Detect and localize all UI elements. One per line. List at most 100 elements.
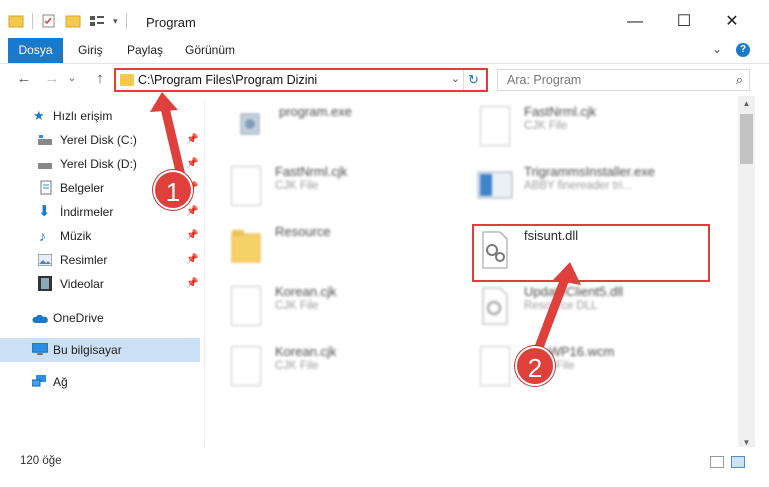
file-icon — [480, 106, 510, 146]
file-item[interactable]: UpdateClient5.dll Resource DLL — [480, 284, 720, 340]
sidebar-item-this-pc[interactable]: Bu bilgisayar — [0, 338, 200, 362]
back-button[interactable]: ← — [14, 70, 34, 87]
sidebar-item-onedrive[interactable]: OneDrive — [0, 306, 200, 330]
forward-button[interactable]: → — [42, 70, 62, 87]
up-button[interactable]: ↑ — [90, 70, 110, 87]
address-bar[interactable]: C:\Program Files\Program Dizini ⌄ ↻ — [114, 68, 488, 92]
help-icon[interactable]: ? — [736, 43, 750, 57]
search-placeholder: Ara: Program — [507, 73, 582, 87]
pin-icon[interactable]: 📌 — [186, 272, 198, 296]
pin-icon[interactable]: 📌 — [186, 224, 198, 248]
details-view-icon[interactable] — [710, 456, 724, 468]
file-type: CJK File — [275, 300, 319, 312]
toolbar-divider — [32, 13, 33, 29]
sidebar-item-label: Yerel Disk (D:) — [60, 157, 137, 171]
pin-icon[interactable]: 📌 — [186, 128, 198, 152]
file-icon — [480, 346, 510, 386]
tab-home[interactable]: Giriş — [68, 38, 113, 63]
tab-view[interactable]: Görünüm — [175, 38, 245, 63]
address-dropdown-icon[interactable]: ⌄ — [451, 72, 460, 85]
installer-icon — [477, 171, 513, 199]
quick-access-toolbar: ▾ — [8, 13, 127, 29]
ribbon-expand-icon[interactable]: ⌄ — [712, 42, 722, 56]
drive-d-icon — [38, 163, 52, 169]
step-badge-1: 1 — [153, 170, 193, 210]
file-item[interactable]: Korean.cjk CJK File — [231, 284, 471, 340]
sidebar-item-label: İndirmeler — [60, 205, 114, 219]
tab-file[interactable]: Dosya — [8, 38, 63, 63]
minimize-button[interactable]: — — [615, 8, 655, 36]
file-item[interactable]: Korean.cjk CJK File — [231, 344, 471, 400]
search-icon[interactable]: ⌕ — [736, 72, 743, 88]
ribbon-tabs: Dosya Giriş Paylaş Görünüm ⌄ ? — [0, 38, 769, 64]
file-name: FastNrml.cjk — [275, 164, 348, 179]
status-bar: 120 öğe — [0, 447, 769, 487]
pin-icon[interactable]: 📌 — [186, 200, 198, 224]
qa-dropdown-icon[interactable]: ▾ — [113, 16, 118, 27]
file-item[interactable]: FastNrml.cjk CJK File — [231, 164, 471, 220]
file-type: Resource DLL — [524, 300, 598, 312]
properties-icon[interactable] — [41, 14, 57, 28]
music-icon: ♪ — [39, 228, 46, 244]
vertical-scrollbar[interactable]: ▲ ▼ — [738, 96, 755, 451]
folder-icon — [8, 15, 24, 28]
sidebar-item-music[interactable]: ♪ Müzik 📌 — [0, 224, 200, 248]
file-type: CJK File — [524, 120, 568, 132]
sidebar-item-pictures[interactable]: Resimler 📌 — [0, 248, 200, 272]
target-file-highlight — [472, 224, 710, 282]
sidebar-item-label: Ağ — [53, 375, 68, 389]
new-folder-icon[interactable] — [65, 14, 81, 28]
maximize-button[interactable]: ☐ — [664, 8, 704, 36]
scroll-thumb[interactable] — [740, 114, 753, 164]
file-type: CJK File — [275, 360, 319, 372]
exe-icon — [240, 113, 260, 135]
navigation-pane: ★ Hızlı erişim Yerel Disk (C:) 📌 Yerel D… — [0, 100, 205, 447]
onedrive-icon — [32, 314, 48, 323]
pin-icon[interactable]: 📌 — [186, 152, 198, 176]
window-title: Program — [146, 15, 196, 30]
title-bar: ▾ Program — ☐ ✕ — [0, 0, 769, 38]
file-icon — [231, 346, 261, 386]
pin-icon[interactable]: 📌 — [186, 248, 198, 272]
network-icon — [32, 375, 46, 387]
file-item[interactable]: Resource — [231, 224, 471, 280]
folder-icon — [120, 74, 134, 86]
sidebar-item-label: Belgeler — [60, 181, 105, 195]
documents-icon — [40, 180, 52, 195]
file-name: UpdateClient5.dll — [524, 284, 624, 299]
file-item[interactable]: TrigrammsInstaller.exe ABBY finereader t… — [477, 164, 720, 220]
dll-gear-icon — [482, 287, 508, 325]
view-toggle-icon[interactable] — [89, 14, 105, 28]
sidebar-item-label: Yerel Disk (C:) — [60, 133, 137, 147]
sidebar-item-label: Hızlı erişim — [53, 109, 113, 123]
recent-locations-button[interactable]: ⌄ — [62, 73, 82, 84]
sidebar-item-label: Bu bilgisayar — [53, 343, 122, 357]
videos-icon — [38, 276, 52, 291]
star-icon: ★ — [33, 108, 45, 123]
file-item[interactable]: program.exe — [235, 104, 475, 160]
search-input[interactable]: Ara: Program ⌕ — [497, 69, 750, 91]
sidebar-item-label: Videolar — [60, 277, 104, 291]
file-icon — [231, 286, 261, 326]
sidebar-item-drive-c[interactable]: Yerel Disk (C:) 📌 — [0, 128, 200, 152]
toolbar-divider — [125, 13, 127, 29]
file-type: CJK File — [275, 180, 319, 192]
refresh-button[interactable]: ↻ — [463, 70, 483, 90]
file-item[interactable]: FastNrml.cjk CJK File — [480, 104, 720, 160]
sidebar-item-videos[interactable]: Videolar 📌 — [0, 272, 200, 296]
sidebar-item-quick-access[interactable]: ★ Hızlı erişim — [0, 104, 200, 128]
address-path[interactable]: C:\Program Files\Program Dizini — [138, 73, 317, 87]
scroll-up-icon[interactable]: ▲ — [738, 96, 755, 112]
navigation-bar: ← → ⌄ ↑ C:\Program Files\Program Dizini … — [0, 64, 769, 96]
large-icons-view-icon[interactable] — [731, 456, 745, 468]
file-name: program.exe — [279, 104, 352, 119]
step-badge-2: 2 — [515, 346, 555, 386]
folder-icon — [231, 230, 261, 263]
file-name: TrigrammsInstaller.exe — [524, 164, 655, 179]
close-button[interactable]: ✕ — [712, 8, 752, 36]
drive-c-icon — [38, 135, 52, 145]
tab-share[interactable]: Paylaş — [117, 38, 173, 63]
sidebar-item-network[interactable]: Ağ — [0, 370, 200, 394]
file-name: Korean.cjk — [275, 284, 337, 299]
sidebar-item-label: OneDrive — [53, 311, 104, 325]
